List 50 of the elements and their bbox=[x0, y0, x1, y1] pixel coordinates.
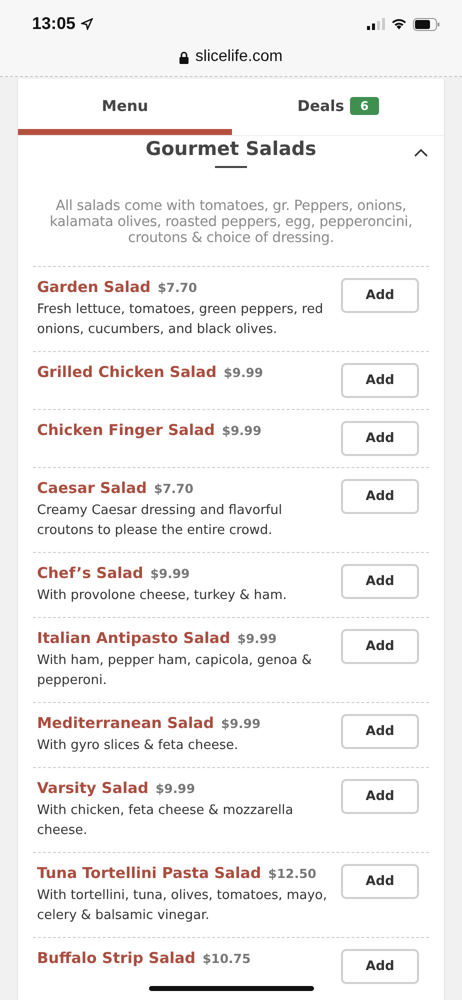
item-price: $9.99 bbox=[237, 631, 277, 646]
section-note: All salads come with tomatoes, gr. Peppers, onions, kalamata olives, roasted peppers, egg, pepperoncini, croutons & choice of dressing. bbox=[48, 197, 414, 248]
item-name: Caesar Salad bbox=[37, 479, 147, 497]
add-button[interactable]: Add bbox=[341, 779, 419, 814]
add-button[interactable]: Add bbox=[341, 479, 419, 514]
item-description: With provolone cheese, turkey & ham. bbox=[37, 587, 287, 605]
item-description: With chicken, feta cheese & mozzarella cheese. bbox=[37, 802, 294, 840]
item-name: Tuna Tortellini Pasta Salad bbox=[37, 864, 262, 882]
item-price: $9.99 bbox=[150, 566, 190, 581]
add-button[interactable]: Add bbox=[341, 864, 419, 899]
item-description: Fresh lettuce, tomatoes, green peppers, red onions, cucumbers, and black olives. bbox=[37, 301, 324, 339]
wifi-icon bbox=[391, 18, 407, 30]
count-badge: 6 bbox=[350, 97, 379, 115]
item-price: $9.99 bbox=[222, 423, 262, 438]
add-button[interactable]: Add bbox=[341, 629, 419, 664]
tab[interactable]: Menu bbox=[18, 79, 232, 135]
item-name: Garden Salad bbox=[37, 278, 151, 296]
location-arrow-icon bbox=[81, 18, 94, 30]
battery-icon bbox=[413, 18, 440, 30]
item-price: $7.70 bbox=[154, 481, 194, 496]
item-name: Grilled Chicken Salad bbox=[37, 363, 217, 381]
add-button[interactable]: Add bbox=[341, 564, 419, 599]
item-name: Italian Antipasto Salad bbox=[37, 629, 230, 647]
address-url[interactable]: slicelife.com bbox=[195, 48, 283, 66]
item-price: $10.75 bbox=[202, 951, 251, 966]
collapse-chevron-icon[interactable] bbox=[414, 148, 428, 157]
signal-icon bbox=[367, 18, 385, 30]
item-price: $9.99 bbox=[155, 781, 196, 796]
add-button[interactable]: Add bbox=[341, 949, 419, 984]
lock-icon bbox=[179, 50, 190, 64]
tab[interactable]: Deals 6 bbox=[232, 79, 444, 135]
add-button[interactable]: Add bbox=[341, 421, 419, 456]
section-title: Gourmet Salads bbox=[146, 138, 316, 160]
add-button[interactable]: Add bbox=[341, 278, 419, 313]
item-price: $7.70 bbox=[158, 280, 198, 295]
status-time: 13:05 bbox=[32, 14, 76, 34]
item-name: Buffalo Strip Salad bbox=[37, 949, 196, 967]
item-name: Chef’s Salad bbox=[37, 564, 144, 582]
add-button[interactable]: Add bbox=[341, 714, 419, 749]
item-description: With gyro slices & feta cheese. bbox=[37, 737, 240, 755]
add-button[interactable]: Add bbox=[341, 363, 419, 398]
item-description: Creamy Caesar dressing and flavorful croutons to please the entire crowd. bbox=[37, 502, 284, 540]
item-price: $9.99 bbox=[224, 365, 264, 380]
item-name: Mediterranean Salad bbox=[37, 714, 214, 732]
item-name: Varsity Salad bbox=[37, 779, 148, 797]
item-price: $12.50 bbox=[268, 866, 316, 881]
item-price: $9.99 bbox=[221, 716, 261, 731]
item-description: With tortellini, tuna, olives, tomatoes, mayo, celery & balsamic vinegar. bbox=[37, 887, 327, 925]
item-description: With ham, pepper ham, capicola, genoa & pepperoni. bbox=[37, 652, 313, 690]
item-name: Chicken Finger Salad bbox=[37, 421, 215, 439]
